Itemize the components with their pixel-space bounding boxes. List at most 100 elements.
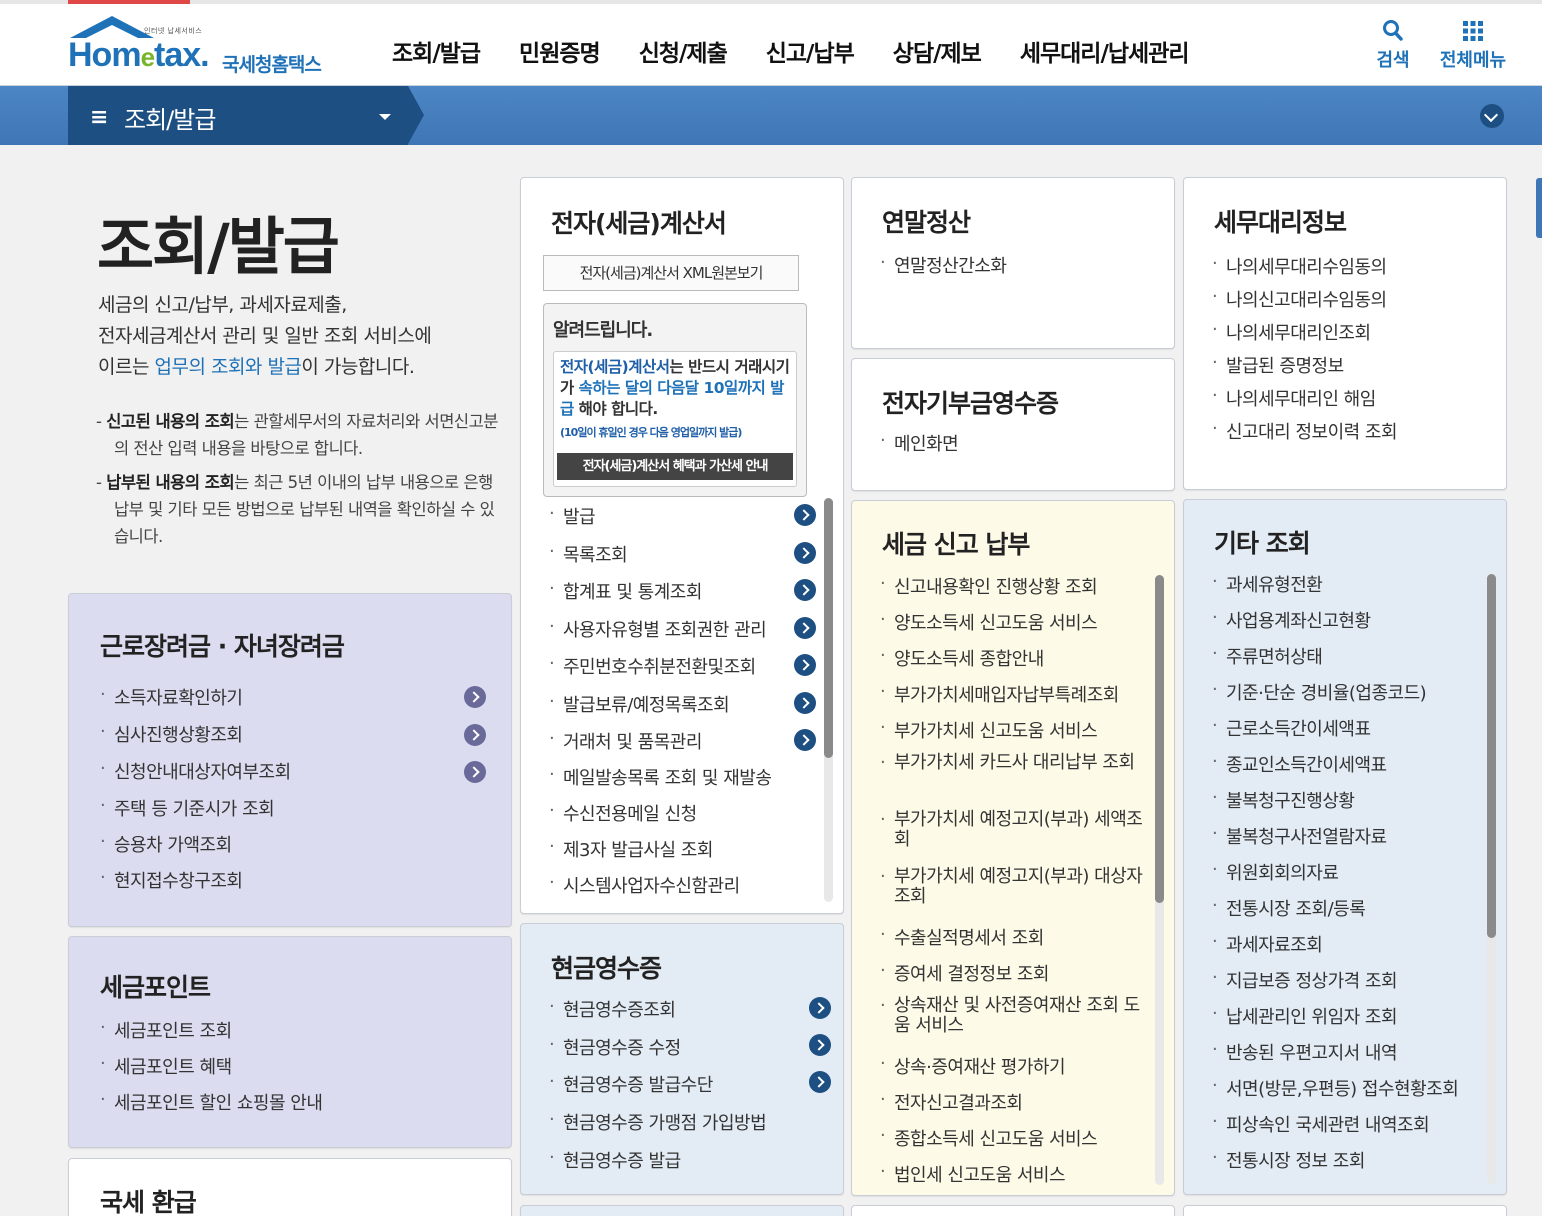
other-inquiry-scrollbar[interactable] bbox=[1487, 574, 1496, 1184]
scrollbar-thumb[interactable] bbox=[1487, 574, 1496, 938]
page-scrollbar-hint[interactable] bbox=[1536, 178, 1542, 238]
go-arrow-icon[interactable] bbox=[809, 1034, 831, 1056]
list-item[interactable]: 현지접수창구조회 bbox=[100, 867, 291, 903]
list-item[interactable]: 과세자료조회 bbox=[1212, 931, 1458, 967]
scrollbar-thumb[interactable] bbox=[824, 498, 833, 758]
go-arrow-icon[interactable] bbox=[809, 997, 831, 1019]
list-item[interactable]: 신청안내대상자여부조회 bbox=[100, 758, 291, 795]
list-item[interactable]: 부가가치세 예정고지(부과) 세액조회 bbox=[880, 810, 1148, 867]
list-item[interactable]: 부가가치세 신고도움 서비스 bbox=[880, 717, 1148, 753]
list-item[interactable]: 부가가치세 카드사 대리납부 조회 bbox=[880, 753, 1148, 810]
list-item[interactable]: 수신전용메일 신청 bbox=[549, 800, 771, 836]
nav-item-certificate[interactable]: 민원증명 bbox=[519, 34, 601, 68]
list-item[interactable]: 거래처 및 품목관리 bbox=[549, 728, 771, 764]
list-item[interactable]: 종합소득세 신고도움 서비스 bbox=[880, 1125, 1148, 1161]
list-item[interactable]: 불복청구진행상황 bbox=[1212, 787, 1458, 823]
tax-report-scrollbar[interactable] bbox=[1155, 575, 1164, 1185]
list-item[interactable]: 지급보증 정상가격 조회 bbox=[1212, 967, 1458, 1003]
list-item[interactable]: 피상속인 국세관련 내역조회 bbox=[1212, 1111, 1458, 1147]
list-item[interactable]: 납세관리인 위임자 조회 bbox=[1212, 1003, 1458, 1039]
list-item[interactable]: 부가가치세 예정고지(부과) 대상자 조회 bbox=[880, 867, 1148, 924]
nav-item-tax-agent[interactable]: 세무대리/납세관리 bbox=[1020, 34, 1190, 68]
list-item[interactable]: 나의세무대리수임동의 bbox=[1212, 253, 1397, 286]
list-item[interactable]: 사업용계좌신고현황 bbox=[1212, 607, 1458, 643]
all-menu-button[interactable]: 전체메뉴 bbox=[1434, 18, 1512, 72]
list-item[interactable]: 합계표 및 통계조회 bbox=[549, 578, 771, 616]
list-item[interactable]: 발급된 증명정보 bbox=[1212, 352, 1397, 385]
list-item[interactable]: 나의신고대리수임동의 bbox=[1212, 286, 1397, 319]
go-arrow-icon[interactable] bbox=[794, 579, 816, 601]
list-item[interactable]: 세금포인트 할인 쇼핑몰 안내 bbox=[100, 1089, 323, 1125]
list-item[interactable]: 기준·단순 경비율(업종코드) bbox=[1212, 679, 1458, 715]
list-item[interactable]: 신고대리 정보이력 조회 bbox=[1212, 418, 1398, 451]
go-arrow-icon[interactable] bbox=[794, 729, 816, 751]
list-item[interactable]: 세금포인트 조회 bbox=[100, 1017, 322, 1053]
list-item[interactable]: 승용차 가액조회 bbox=[100, 831, 291, 867]
go-arrow-icon[interactable] bbox=[794, 617, 816, 639]
nav-item-inquiry[interactable]: 조회/발급 bbox=[392, 34, 481, 68]
list-item[interactable]: 현금영수증조회 bbox=[549, 996, 766, 1034]
list-item[interactable]: 수출실적명세서 조회 bbox=[880, 924, 1148, 960]
nav-item-application[interactable]: 신청/제출 bbox=[639, 34, 728, 68]
xml-view-button[interactable]: 전자(세금)계산서 XML원본보기 bbox=[543, 255, 799, 291]
list-item[interactable]: 연말정산간소화 bbox=[880, 252, 1007, 288]
hometax-logo[interactable]: 인터넷 납세서비스 Hometax. 국세청홈택스 bbox=[66, 14, 351, 80]
list-item[interactable]: 발급 bbox=[549, 503, 771, 541]
go-arrow-icon[interactable] bbox=[464, 761, 486, 783]
benefit-penalty-button[interactable]: 전자(세금)계산서 혜택과 가산세 안내 bbox=[557, 453, 793, 480]
current-menu-title[interactable]: 조회/발급 bbox=[124, 100, 216, 135]
list-item[interactable]: 발급보류/예정목록조회 bbox=[549, 691, 771, 728]
list-item[interactable]: 주류면허상태 bbox=[1212, 643, 1458, 679]
go-arrow-icon[interactable] bbox=[464, 686, 486, 708]
current-menu-selector[interactable] bbox=[68, 86, 408, 145]
list-item[interactable]: 메일발송목록 조회 및 재발송 bbox=[549, 764, 772, 800]
list-item[interactable]: 상속·증여재산 평가하기 bbox=[880, 1053, 1148, 1089]
go-arrow-icon[interactable] bbox=[794, 654, 816, 676]
expand-chevron-icon[interactable] bbox=[1480, 104, 1504, 128]
list-item[interactable]: 제3자 발급사실 조회 bbox=[549, 836, 771, 872]
list-item[interactable]: 현금영수증 발급 bbox=[549, 1147, 766, 1185]
list-item[interactable]: 양도소득세 종합안내 bbox=[880, 645, 1148, 681]
list-item[interactable]: 메인화면 bbox=[880, 430, 959, 466]
nav-item-consult[interactable]: 상담/제보 bbox=[893, 34, 982, 68]
search-button[interactable]: 검색 bbox=[1372, 18, 1414, 72]
list-item[interactable]: 근로소득간이세액표 bbox=[1212, 715, 1458, 751]
scrollbar-thumb[interactable] bbox=[1155, 575, 1164, 903]
list-item[interactable]: 심사진행상황조회 bbox=[100, 721, 291, 758]
list-item[interactable]: 나의세무대리인조회 bbox=[1212, 319, 1397, 352]
go-arrow-icon[interactable] bbox=[794, 692, 816, 714]
go-arrow-icon[interactable] bbox=[794, 542, 816, 564]
list-item[interactable]: 상속재산 및 사전증여재산 조회 도움 서비스 bbox=[880, 996, 1148, 1053]
list-item[interactable]: 법인세 신고도움 서비스 bbox=[880, 1161, 1148, 1195]
list-item[interactable]: 주택 등 기준시가 조회 bbox=[100, 795, 291, 831]
go-arrow-icon[interactable] bbox=[794, 504, 816, 526]
go-arrow-icon[interactable] bbox=[809, 1071, 831, 1093]
list-item[interactable]: 반송된 우편고지서 내역 bbox=[1212, 1039, 1458, 1075]
list-item[interactable]: 주민번호수취분전환및조회 bbox=[549, 653, 771, 691]
list-item[interactable]: 전통시장 정보 조회 bbox=[1212, 1147, 1458, 1183]
list-item[interactable]: 신고내용확인 진행상황 조회 bbox=[880, 573, 1148, 609]
list-item[interactable]: 시스템사업자수신함관리 bbox=[549, 872, 771, 908]
e-invoice-scrollbar[interactable] bbox=[824, 498, 833, 902]
list-item[interactable]: 현금영수증 수정 bbox=[549, 1034, 766, 1071]
nav-item-report-pay[interactable]: 신고/납부 bbox=[766, 34, 855, 68]
list-item[interactable]: 양도소득세 신고도움 서비스 bbox=[880, 609, 1148, 645]
list-item[interactable]: 불복청구사전열람자료 bbox=[1212, 823, 1458, 859]
list-item[interactable]: 종교인소득간이세액표 bbox=[1212, 751, 1458, 787]
list-item[interactable]: 현금영수증 발급수단 bbox=[549, 1071, 766, 1109]
list-item[interactable]: 증여세 결정정보 조회 bbox=[880, 960, 1148, 996]
list-item[interactable]: 목록조회 bbox=[549, 541, 771, 578]
list-item[interactable]: 나의세무대리인 해임 bbox=[1212, 385, 1397, 418]
go-arrow-icon[interactable] bbox=[464, 724, 486, 746]
list-item[interactable]: 세금포인트 혜택 bbox=[100, 1053, 322, 1089]
dropdown-caret-icon[interactable] bbox=[379, 114, 391, 120]
list-item[interactable]: 현금영수증 가맹점 가입방법 bbox=[549, 1109, 767, 1147]
list-item[interactable]: 서면(방문,우편등) 접수현황조회 bbox=[1212, 1075, 1459, 1111]
list-item[interactable]: 전통시장 조회/등록 bbox=[1212, 895, 1458, 931]
list-item[interactable]: 과세유형전환 bbox=[1212, 571, 1458, 607]
list-item[interactable]: 사용자유형별 조회권한 관리 bbox=[549, 616, 771, 653]
list-item[interactable]: 위원회회의자료 bbox=[1212, 859, 1458, 895]
list-item[interactable]: 전자신고결과조회 bbox=[880, 1089, 1148, 1125]
list-item[interactable]: 부가가치세매입자납부특례조회 bbox=[880, 681, 1148, 717]
list-item[interactable]: 소득자료확인하기 bbox=[100, 684, 291, 721]
